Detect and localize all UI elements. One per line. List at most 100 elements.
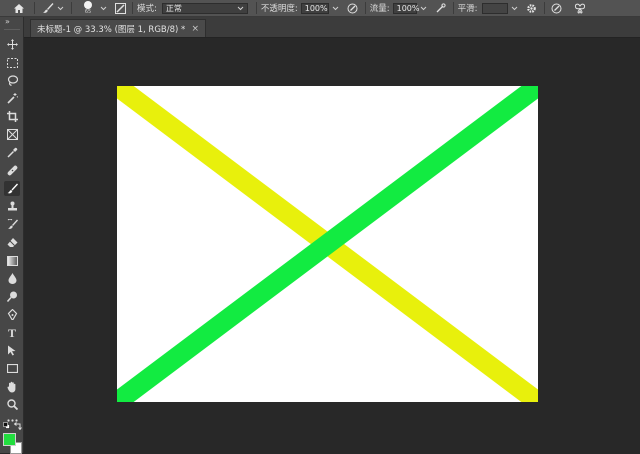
mode-label: 模式: (137, 4, 157, 14)
pressure-size-toggle[interactable] (549, 0, 565, 16)
divider (364, 2, 366, 14)
dodge-icon (6, 291, 17, 302)
butterfly-icon (574, 3, 585, 14)
eraser-tool[interactable] (4, 235, 20, 250)
brush-icon (7, 183, 18, 194)
swap-arrows-icon (13, 422, 22, 431)
opacity-field[interactable]: 100% (300, 2, 329, 14)
arrow-pointer-icon (8, 345, 16, 356)
eyedropper-tool[interactable] (4, 145, 20, 160)
type-icon: T (7, 325, 16, 340)
chevron-down-icon (237, 6, 244, 10)
chevron-down-icon[interactable] (332, 6, 339, 11)
default-colors-icon (3, 422, 10, 429)
home-button[interactable] (8, 0, 30, 16)
divider (71, 2, 72, 14)
gear-icon (527, 3, 536, 13)
magic-wand-tool[interactable] (4, 91, 20, 106)
document-tab-title: 未标题-1 @ 33.3% (图层 1, RGB/8) * (37, 24, 186, 35)
flow-value: 100% (396, 3, 420, 13)
crop-icon (6, 111, 18, 122)
document-tab[interactable]: 未标题-1 @ 33.3% (图层 1, RGB/8) * × (30, 19, 206, 37)
options-bar: 65 模式: 正常 不透明度: 100% 流量: 100% 平滑: (0, 0, 640, 17)
flow-field[interactable]: 100% (392, 2, 420, 14)
eraser-icon (7, 238, 17, 247)
rectangle-tool[interactable] (4, 361, 20, 376)
gradient-icon (6, 255, 18, 266)
zoom-tool[interactable] (4, 397, 20, 412)
smoothing-label: 平滑: (457, 4, 478, 14)
airbrush-icon (436, 2, 446, 12)
chevron-down-icon[interactable] (420, 6, 427, 11)
opacity-label: 不透明度: (260, 4, 298, 14)
eyedropper-icon (6, 147, 17, 158)
mode-select[interactable]: 正常 (161, 2, 248, 14)
symmetry-button[interactable] (571, 0, 589, 16)
brush-tool[interactable] (4, 181, 20, 196)
path-selection-tool[interactable] (4, 343, 20, 358)
pen-nib-icon (7, 309, 17, 320)
mode-value: 正常 (165, 3, 182, 13)
pen-pressure-size-icon (551, 3, 562, 13)
lasso-tool[interactable] (4, 73, 20, 88)
swap-colors-button[interactable] (13, 422, 22, 431)
divider (543, 2, 545, 14)
divider (255, 2, 257, 14)
brush-settings-toggle[interactable] (112, 0, 128, 16)
history-brush-icon (7, 219, 18, 229)
type-tool[interactable]: T (4, 325, 20, 340)
history-brush-tool[interactable] (4, 217, 20, 232)
default-colors-button[interactable] (3, 422, 10, 429)
clone-stamp-tool[interactable] (4, 199, 20, 214)
hand-icon (6, 381, 15, 392)
smoothing-options-button[interactable] (524, 0, 540, 16)
bandage-icon (7, 165, 17, 176)
frame-tool[interactable] (4, 127, 20, 142)
pressure-opacity-toggle[interactable] (345, 0, 361, 16)
divider (132, 2, 133, 14)
rectangular-marquee-icon (6, 57, 18, 68)
blur-tool[interactable] (4, 271, 20, 286)
brush-size-value: 65 (84, 9, 92, 15)
gradient-tool[interactable] (4, 253, 20, 268)
divider (4, 29, 20, 30)
move-icon (6, 39, 18, 50)
magic-wand-icon (6, 93, 18, 104)
home-icon (14, 3, 24, 13)
lasso-icon (7, 75, 18, 86)
dodge-tool[interactable] (4, 289, 20, 304)
document-tab-bar: 未标题-1 @ 33.3% (图层 1, RGB/8) * × (24, 17, 640, 38)
chevron-down-icon (57, 6, 64, 10)
frame-icon (6, 129, 18, 140)
pen-tool[interactable] (4, 307, 20, 322)
collapse-toolbar-button[interactable]: » (5, 17, 10, 26)
crop-tool[interactable] (4, 109, 20, 124)
hand-tool[interactable] (4, 379, 20, 394)
rectangle-icon (6, 364, 18, 373)
foreground-color-swatch[interactable] (3, 433, 16, 446)
opacity-value: 100% (304, 3, 328, 13)
tool-preset-picker[interactable] (39, 0, 67, 16)
healing-brush-tool[interactable] (4, 163, 20, 178)
divider (452, 2, 454, 14)
brush-icon (43, 3, 54, 13)
airbrush-toggle[interactable] (433, 0, 449, 16)
tools-panel: » T (0, 17, 24, 454)
water-drop-icon (8, 273, 16, 284)
divider (34, 2, 35, 14)
move-tool[interactable] (4, 37, 20, 52)
pen-pressure-icon (347, 3, 358, 13)
chevron-down-icon[interactable] (100, 6, 107, 11)
stamp-icon (7, 201, 17, 211)
marquee-tool[interactable] (4, 55, 20, 70)
smoothing-field[interactable] (481, 2, 508, 14)
brush-settings-icon (114, 2, 126, 14)
canvas-drawing (117, 86, 538, 402)
brush-tip-icon (84, 1, 92, 9)
brush-preset-picker[interactable]: 65 (76, 0, 100, 16)
chevron-down-icon[interactable] (511, 6, 518, 11)
close-icon[interactable]: × (191, 24, 199, 34)
document-canvas[interactable] (117, 86, 538, 402)
magnifier-icon (6, 399, 18, 410)
flow-label: 流量: (369, 4, 390, 14)
